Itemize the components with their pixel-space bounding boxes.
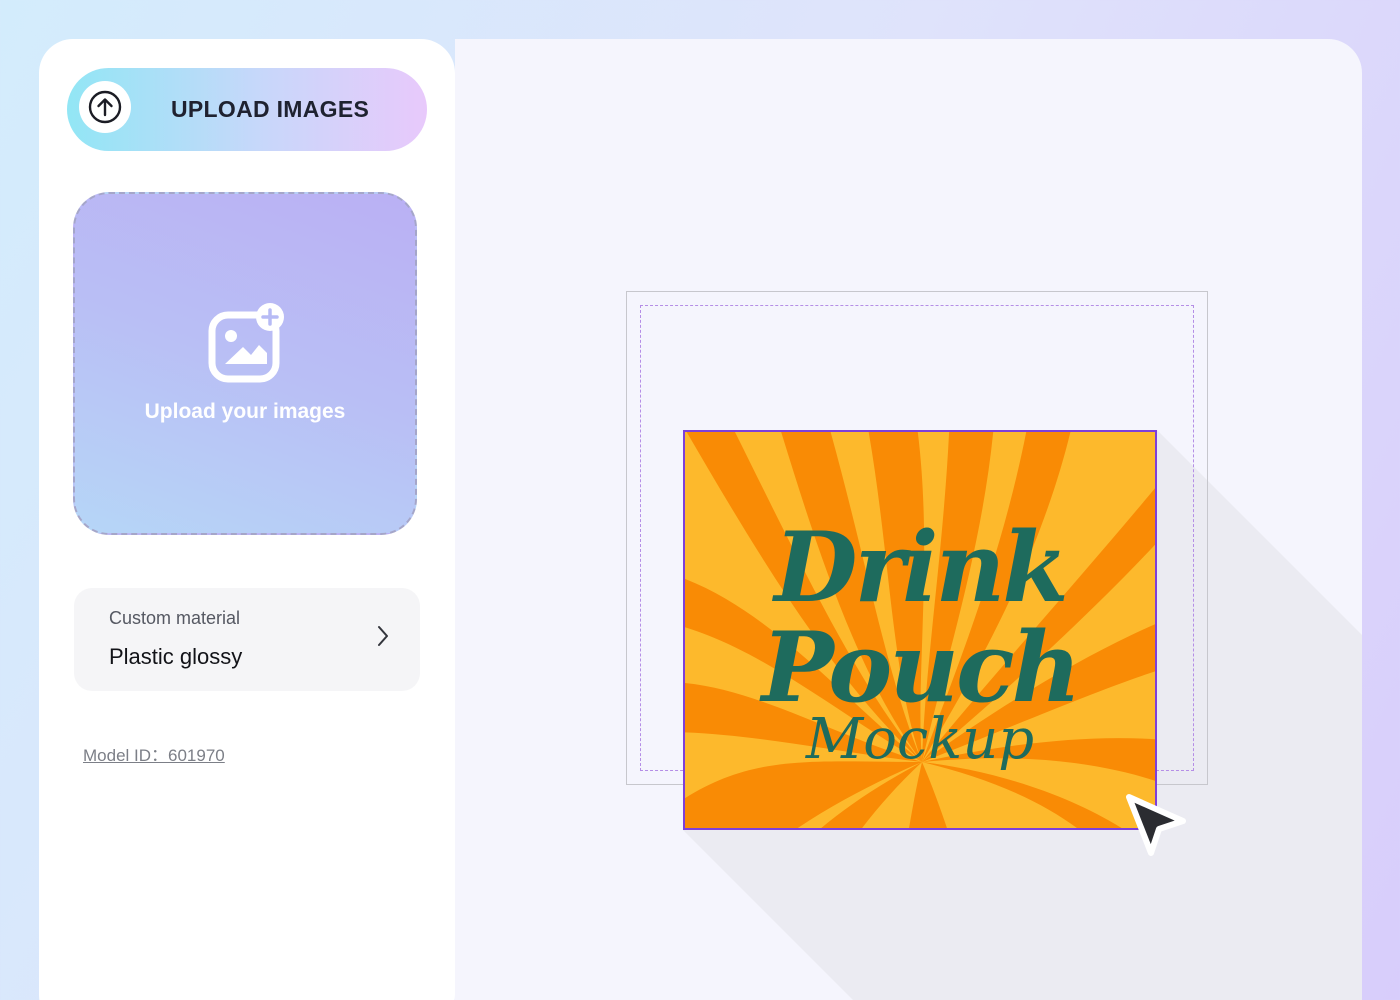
image-dropzone[interactable]: Upload your images: [73, 192, 417, 535]
material-value: Plastic glossy: [109, 644, 243, 669]
chevron-right-icon: [378, 626, 388, 646]
upload-icon-circle: [79, 81, 131, 133]
left-panel: UPLOAD IMAGES Upload your images Custom …: [39, 39, 455, 1000]
dropzone-text: Upload your images: [144, 400, 346, 423]
custom-material-selector[interactable]: Custom material Plastic glossy: [74, 588, 420, 691]
material-label: Custom material: [109, 608, 241, 628]
design-canvas[interactable]: Drink Pouch Mockup: [455, 39, 1362, 1000]
uploaded-artwork[interactable]: Drink Pouch Mockup: [683, 430, 1157, 830]
upload-images-label: UPLOAD IMAGES: [171, 96, 370, 122]
artwork-title-line1: Drink: [774, 511, 1069, 624]
model-id-link[interactable]: Model ID：601970: [83, 741, 225, 766]
artwork-title-line3: Mockup: [805, 707, 1035, 772]
upload-images-button[interactable]: UPLOAD IMAGES: [67, 68, 427, 151]
artwork-title-line2: Pouch: [761, 611, 1082, 724]
arrow-up-circle-icon: [88, 90, 122, 124]
image-add-icon: [208, 303, 284, 383]
pointer-arrow-icon: [1126, 794, 1186, 856]
